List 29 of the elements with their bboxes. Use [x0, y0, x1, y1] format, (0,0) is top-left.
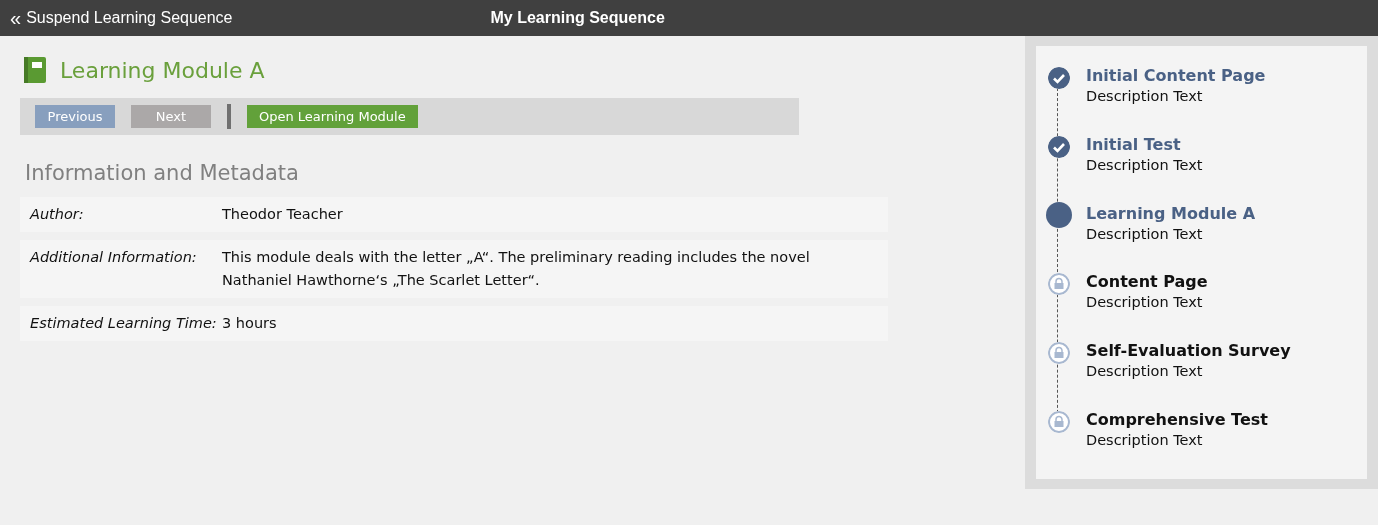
lock-icon [1048, 342, 1070, 365]
metadata-label: Estimated Learning Time: [30, 314, 218, 333]
step-title[interactable]: Content Page [1086, 272, 1208, 292]
step-title[interactable]: Comprehensive Test [1086, 410, 1268, 430]
check-icon [1048, 67, 1070, 89]
step-description: Description Text [1086, 88, 1204, 104]
metadata-label: Additional Information: [30, 248, 198, 267]
step-description: Description Text [1086, 432, 1204, 449]
step-description: Description Text [1086, 363, 1204, 380]
step-title[interactable]: Self-Evaluation Survey [1086, 341, 1291, 361]
lock-icon [1048, 273, 1070, 296]
lock-icon [1048, 411, 1070, 434]
step-title[interactable]: Learning Module A [1086, 203, 1256, 223]
step-description: Description Text [1086, 156, 1203, 173]
check-icon [1048, 135, 1070, 158]
module-title: Learning Module A [60, 57, 265, 83]
metadata-value: Theodor Teacher [222, 205, 343, 224]
page-title: My Learning Sequence [490, 9, 665, 27]
step-description: Description Text [1086, 225, 1204, 242]
metadata-label: Author: [30, 205, 85, 224]
step-title[interactable]: Initial Test [1086, 134, 1203, 154]
metadata-value: 3 hours [222, 314, 277, 333]
open-button[interactable]: Open Learning Module [247, 105, 418, 128]
metadata-value: This module deals with the letter „A“. The preliminary reading includes the novel Nathaniel Hawthorne‘s „The Scarlet Letter“. [222, 248, 811, 290]
book-icon [24, 57, 46, 83]
suspend-link[interactable]: « Suspend Learning Sequence [10, 8, 233, 28]
step-description: Description Text [1086, 294, 1204, 311]
section-heading: Information and Metadata [25, 161, 300, 185]
step-title[interactable]: Initial Content Page [1086, 66, 1266, 85]
